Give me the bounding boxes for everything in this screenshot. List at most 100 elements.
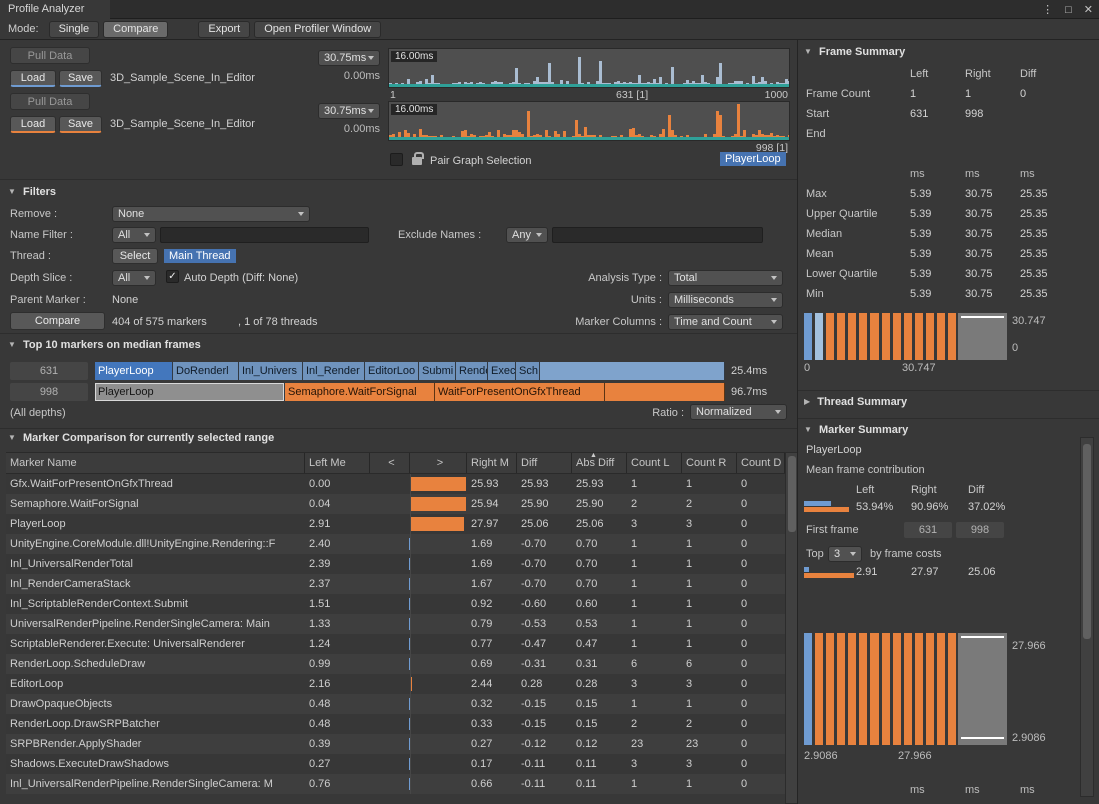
table-row[interactable]: Gfx.WaitForPresentOnGfxThread0.0025.9325…: [6, 474, 785, 494]
units-ms: ms: [1020, 784, 1035, 796]
column-header[interactable]: <: [370, 453, 410, 473]
filters-header[interactable]: ▼ Filters: [8, 186, 56, 198]
top10-segment[interactable]: [540, 362, 725, 380]
load-left-button[interactable]: Load: [10, 70, 56, 87]
column-header[interactable]: Left Me: [305, 453, 370, 473]
top10-header[interactable]: ▼ Top 10 markers on median frames: [8, 339, 201, 351]
table-row[interactable]: Semaphore.WaitForSignal0.0425.9425.9025.…: [6, 494, 785, 514]
table-row[interactable]: Shadows.ExecuteDrawShadows0.270.17-0.110…: [6, 754, 785, 774]
cell: 1: [682, 594, 737, 614]
scrollbar-thumb[interactable]: [788, 456, 796, 532]
frame-index-right[interactable]: 998: [10, 383, 88, 401]
window-tab[interactable]: Profile Analyzer: [0, 0, 110, 19]
column-header[interactable]: Diff: [517, 453, 572, 473]
thread-summary-header[interactable]: ▶ Thread Summary: [804, 396, 907, 408]
cell: -0.11: [517, 774, 572, 794]
scrollbar-thumb[interactable]: [1083, 444, 1091, 639]
top10-segment[interactable]: Inl_Univers: [239, 362, 303, 380]
column-header[interactable]: Count L: [627, 453, 682, 473]
table-row[interactable]: Inl_UniversalRenderPipeline.RenderSingle…: [6, 774, 785, 794]
name-filter-input[interactable]: [160, 227, 369, 243]
frame-graph-right[interactable]: 16.00ms: [388, 101, 790, 141]
table-row[interactable]: Inl_ScriptableRenderContext.Submit1.510.…: [6, 594, 785, 614]
save-right-button[interactable]: Save: [59, 116, 102, 133]
load-right-button[interactable]: Load: [10, 116, 56, 133]
depth-slice-value: All: [118, 272, 130, 284]
window-menu-icon[interactable]: ⋮: [1042, 3, 1053, 16]
table-row[interactable]: PlayerLoop2.9127.9725.0625.06330: [6, 514, 785, 534]
thread-select-button[interactable]: Select: [112, 248, 158, 264]
table-row[interactable]: SRPBRender.ApplyShader0.390.27-0.120.122…: [6, 734, 785, 754]
first-frame-right-button[interactable]: 998: [956, 522, 1004, 538]
compare-button[interactable]: Compare: [10, 312, 105, 330]
auto-depth-checkbox[interactable]: ✓: [166, 270, 179, 283]
cell: 0.11: [572, 754, 627, 774]
top10-segment[interactable]: WaitForPresentOnGfxThread: [435, 383, 605, 401]
table-row[interactable]: UnityEngine.CoreModule.dll!UnityEngine.R…: [6, 534, 785, 554]
graph-scale-dropdown-right[interactable]: 30.75ms: [318, 103, 380, 119]
top10-segment[interactable]: Exec: [488, 362, 516, 380]
table-row[interactable]: UniversalRenderPipeline.RenderSingleCame…: [6, 614, 785, 634]
depth-slice-dropdown[interactable]: All: [112, 270, 156, 286]
column-header[interactable]: Count D: [737, 453, 785, 473]
save-left-button[interactable]: Save: [59, 70, 102, 87]
export-button[interactable]: Export: [198, 21, 250, 38]
top10-segment[interactable]: DoRenderl: [173, 362, 239, 380]
pull-data-left-button[interactable]: Pull Data: [10, 47, 90, 64]
table-row[interactable]: Inl_UniversalRenderTotal2.391.69-0.700.7…: [6, 554, 785, 574]
top10-segment[interactable]: EditorLoo: [365, 362, 419, 380]
mode-single-button[interactable]: Single: [49, 21, 100, 38]
analysis-type-dropdown[interactable]: Total: [668, 270, 783, 286]
ratio-dropdown[interactable]: Normalized: [690, 404, 787, 420]
top10-segment[interactable]: [605, 383, 725, 401]
graph-scale-dropdown-left[interactable]: 30.75ms: [318, 50, 380, 66]
window-maximize-icon[interactable]: □: [1065, 4, 1072, 16]
mode-compare-button[interactable]: Compare: [103, 21, 168, 38]
dropdown-arrow-icon: [144, 276, 150, 280]
marker-columns-dropdown[interactable]: Time and Count: [668, 314, 783, 330]
histogram-bar: [893, 633, 901, 745]
top-n-dropdown[interactable]: 3: [828, 546, 862, 562]
column-header[interactable]: Right M: [467, 453, 517, 473]
divider: [0, 333, 797, 334]
table-row[interactable]: EditorLoop2.162.440.280.28330: [6, 674, 785, 694]
units-dropdown[interactable]: Milliseconds: [668, 292, 783, 308]
panel-scrollbar[interactable]: [1080, 437, 1094, 797]
contribution-bar: [804, 501, 854, 512]
column-header[interactable]: Count R: [682, 453, 737, 473]
comparison-header[interactable]: ▼ Marker Comparison for currently select…: [8, 432, 274, 444]
remove-dropdown[interactable]: None: [112, 206, 310, 222]
pair-graph-selection-checkbox[interactable]: [390, 153, 403, 166]
top10-segment[interactable]: Inl_Render: [303, 362, 365, 380]
marker-summary-header[interactable]: ▼ Marker Summary: [804, 424, 908, 436]
cell: 0: [737, 774, 785, 794]
window-close-icon[interactable]: ✕: [1084, 3, 1093, 16]
table-row[interactable]: ScriptableRenderer.Execute: UniversalRen…: [6, 634, 785, 654]
table-row[interactable]: RenderLoop.DrawSRPBatcher0.480.33-0.150.…: [6, 714, 785, 734]
first-frame-left-button[interactable]: 631: [904, 522, 952, 538]
top10-segment[interactable]: PlayerLoop: [95, 362, 173, 380]
top10-segment[interactable]: Semaphore.WaitForSignal: [285, 383, 435, 401]
table-row[interactable]: RenderLoop.ScheduleDraw0.990.69-0.310.31…: [6, 654, 785, 674]
pull-data-right-button[interactable]: Pull Data: [10, 93, 90, 110]
top10-segment[interactable]: Sch: [516, 362, 540, 380]
column-header[interactable]: Marker Name: [6, 453, 305, 473]
column-header[interactable]: Abs Diff▲: [572, 453, 627, 473]
table-row[interactable]: Inl_RenderCameraStack2.371.67-0.700.7011…: [6, 574, 785, 594]
exclude-names-input[interactable]: [552, 227, 763, 243]
left-dataset-name: 3D_Sample_Scene_In_Editor: [110, 72, 255, 84]
cell: 0.48: [305, 714, 370, 734]
table-row[interactable]: DrawOpaqueObjects0.480.32-0.150.15110: [6, 694, 785, 714]
top10-segment[interactable]: Submi: [419, 362, 456, 380]
column-header[interactable]: >: [410, 453, 467, 473]
top10-segment[interactable]: Rende: [456, 362, 488, 380]
exclude-names-dropdown[interactable]: Any: [506, 227, 548, 243]
frame-index-left[interactable]: 631: [10, 362, 88, 380]
diff-bar-right: [411, 677, 412, 691]
top10-segment[interactable]: PlayerLoop: [95, 383, 285, 401]
open-profiler-button[interactable]: Open Profiler Window: [254, 21, 381, 38]
name-filter-dropdown[interactable]: All: [112, 227, 156, 243]
histogram-bar: [826, 313, 834, 360]
cell: 0.92: [467, 594, 517, 614]
frame-graph-left[interactable]: 16.00ms: [388, 48, 790, 88]
